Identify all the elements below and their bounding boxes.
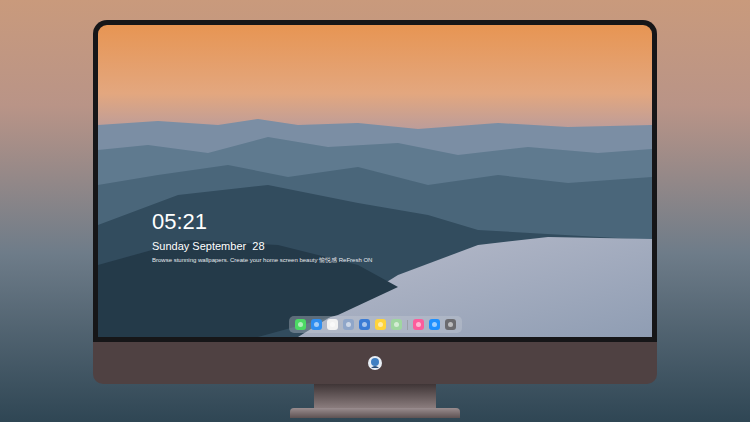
dock: [289, 316, 462, 333]
dock-app-icon[interactable]: [429, 319, 440, 330]
dock-app-icon[interactable]: [295, 319, 306, 330]
dock-app-icon[interactable]: [359, 319, 370, 330]
dock-app-icon[interactable]: [413, 319, 424, 330]
monitor-stand-neck: [314, 384, 436, 408]
dock-app-icon[interactable]: [445, 319, 456, 330]
dock-separator: [407, 320, 408, 330]
dock-app-icon[interactable]: [343, 319, 354, 330]
lock-clock: 05:21 Sunday September 28 Browse stunning …: [98, 25, 652, 264]
monitor-bezel: 05:21 Sunday September 28 Browse stunning …: [93, 20, 657, 342]
clock-date: Sunday September 28: [152, 239, 652, 253]
dock-app-icon[interactable]: [391, 319, 402, 330]
clock-caption: Browse stunning wallpapers. Create your …: [152, 256, 652, 264]
wallpaper-photo: [98, 25, 652, 337]
dock-app-icon[interactable]: [375, 319, 386, 330]
brand-logo-icon: [367, 355, 383, 371]
mockup-canvas: 05:21 Sunday September 28 Browse stunning …: [0, 0, 750, 422]
desktop-screen: 05:21 Sunday September 28 Browse stunning …: [98, 25, 652, 337]
monitor-chin: [93, 342, 657, 384]
dock-app-icon[interactable]: [311, 319, 322, 330]
dock-app-icon[interactable]: [327, 319, 338, 330]
clock-time: 05:21: [152, 209, 652, 235]
monitor-stand-base: [290, 408, 460, 418]
